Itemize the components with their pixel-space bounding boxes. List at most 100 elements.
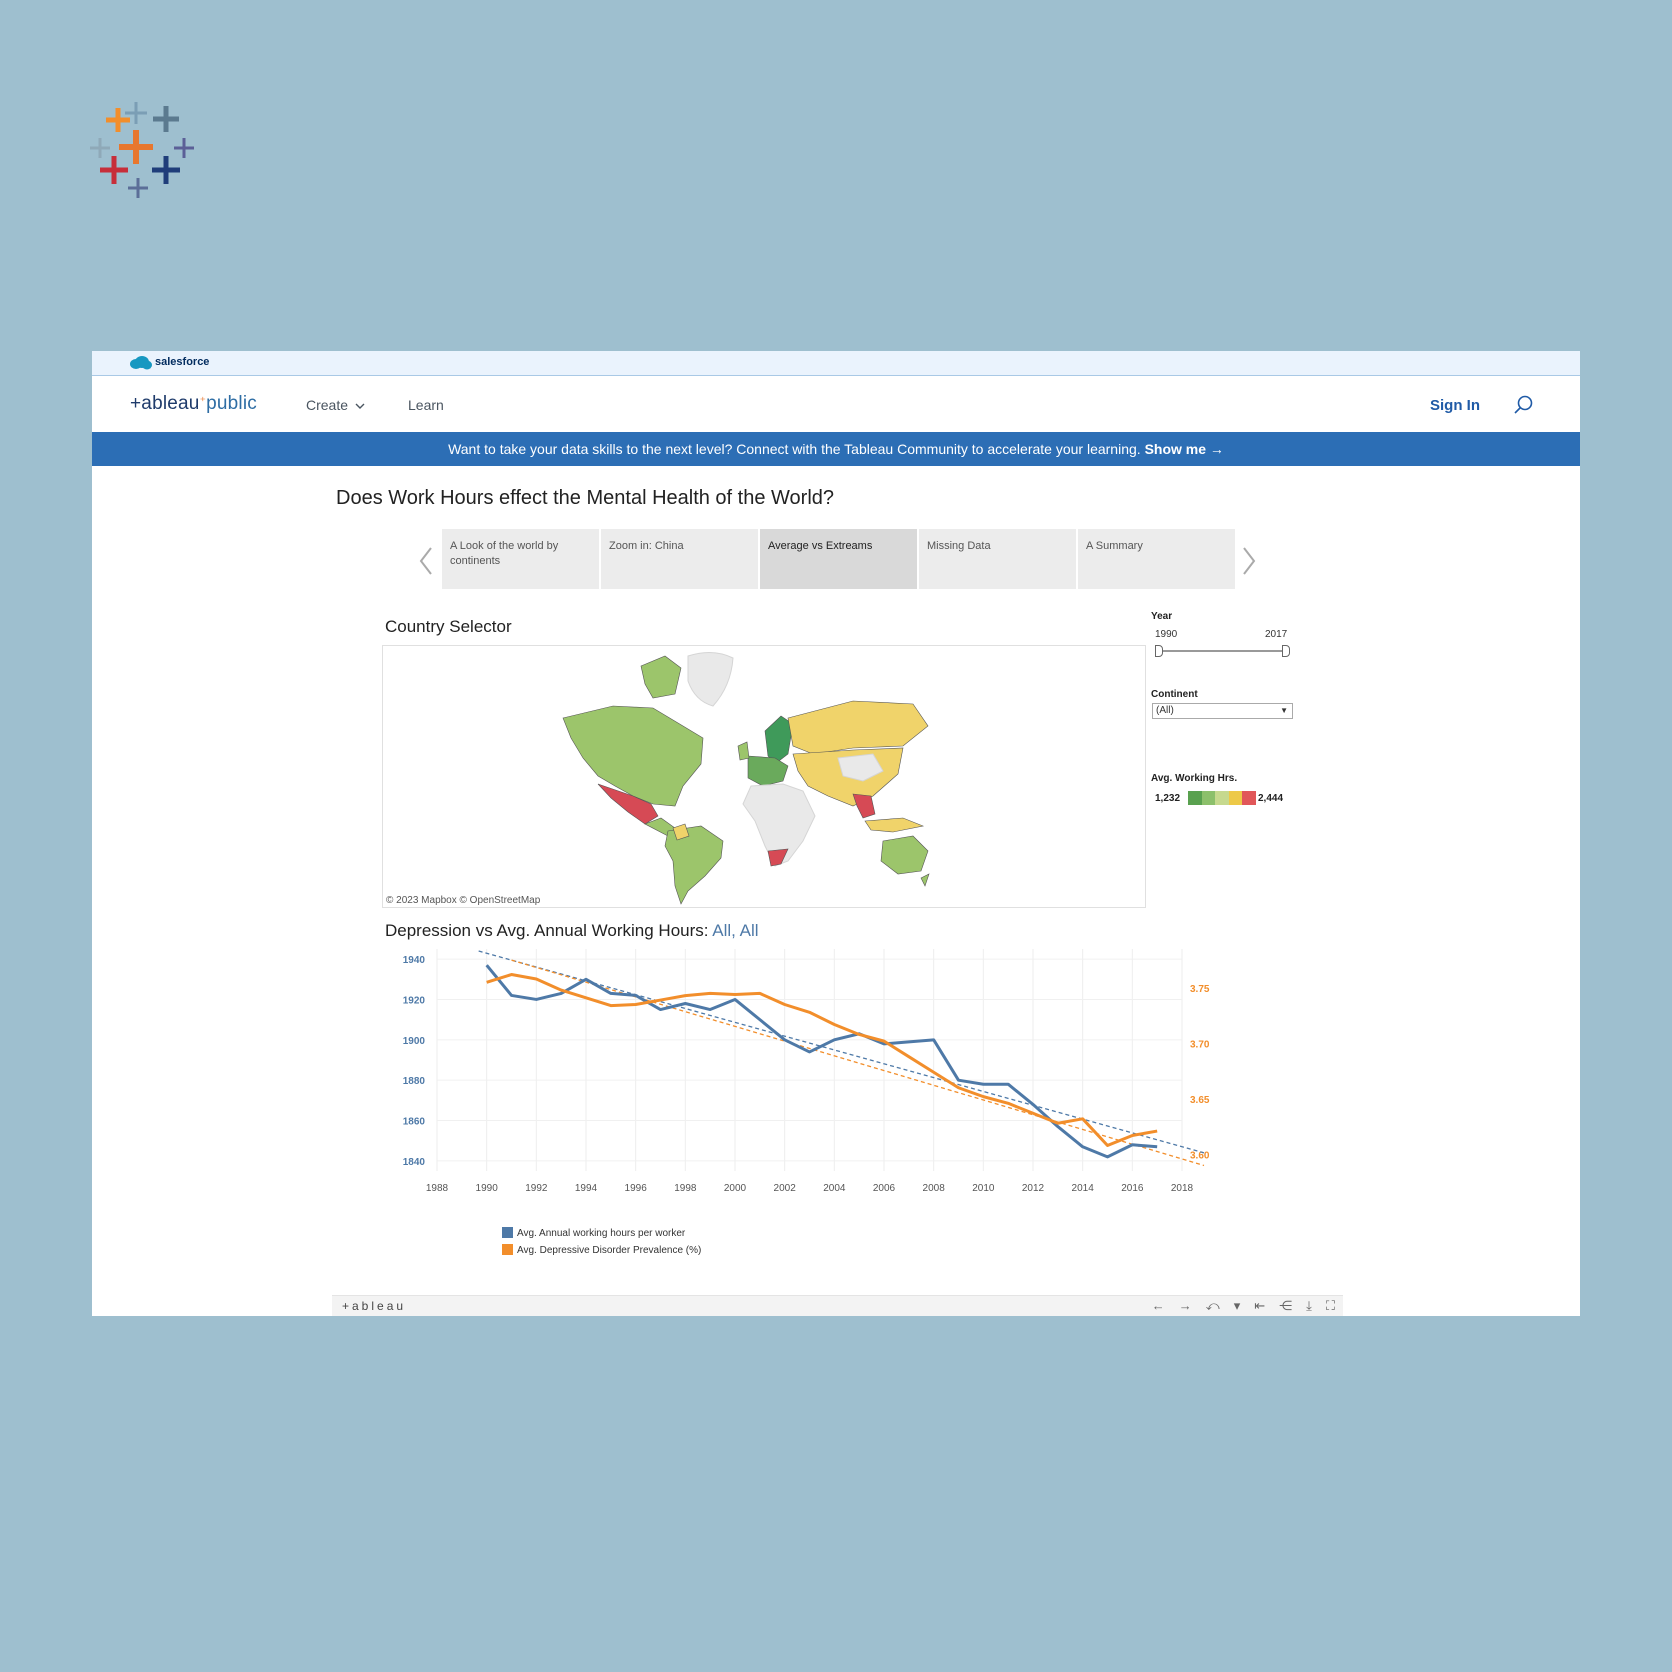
year-slider-track[interactable]: [1157, 650, 1287, 652]
legend-item-depression: Avg. Depressive Disorder Prevalence (%): [502, 1244, 701, 1256]
search-icon[interactable]: [1512, 394, 1534, 416]
tableau-public-logo[interactable]: +ableau⁺public: [130, 393, 257, 415]
map-south-america: [664, 825, 724, 905]
ramp-step: [1188, 791, 1202, 805]
y-right-tick-label: 3.70: [1190, 1039, 1210, 1050]
year-slider-start-handle[interactable]: [1155, 645, 1163, 657]
legend-label-depression: Avg. Depressive Disorder Prevalence (%): [517, 1245, 702, 1256]
map-new-zealand: [920, 873, 930, 887]
trend-line-depression: [511, 959, 1205, 1167]
ramp-step: [1201, 791, 1216, 805]
year-min: 1990: [1155, 629, 1178, 640]
map-australia: [880, 835, 929, 875]
x-tick-label: 1994: [575, 1183, 598, 1194]
y-left-tick-label: 1880: [403, 1076, 426, 1087]
dropdown-icon[interactable]: ▾: [1234, 1298, 1241, 1314]
show-me-link[interactable]: Show me →: [1145, 441, 1224, 457]
story-tab-4[interactable]: Missing Data: [919, 529, 1076, 589]
browser-screenshot: salesforce +ableau⁺public Create Learn S…: [92, 351, 1580, 1316]
map-southeast-asia: [852, 793, 876, 819]
toolbar-icons: ← → ⤺ ▾ ⇤ ⋲ ⤓ ⛶: [1152, 1298, 1335, 1314]
series-line-depression: [486, 973, 1158, 1147]
learn-link[interactable]: Learn: [408, 397, 444, 413]
toolbar-brand: +ableau: [342, 1299, 407, 1313]
story-tab-5[interactable]: A Summary: [1078, 529, 1235, 589]
year-max: 2017: [1265, 629, 1288, 640]
year-filter-label: Year: [1151, 611, 1173, 622]
y-right-tick-label: 3.65: [1190, 1095, 1210, 1106]
revert-icon[interactable]: ⤺: [1206, 1298, 1220, 1314]
line-chart[interactable]: 1988 1990 1992 1994 1996 1998 2000 2002 2004 2006…: [382, 941, 1282, 1206]
promo-banner: Want to take your data skills to the nex…: [92, 432, 1580, 466]
line-chart-title-text: Depression vs Avg. Annual Working Hours:: [385, 921, 709, 940]
reset-icon[interactable]: ⇤: [1254, 1298, 1265, 1314]
x-tick-label: 2014: [1072, 1183, 1095, 1194]
tableau-logo-icon: [90, 102, 194, 198]
y-left-tick-label: 1940: [403, 955, 426, 966]
x-tick-label: 2006: [873, 1183, 896, 1194]
story-tab-3[interactable]: Average vs Extreams: [760, 529, 917, 589]
legend-swatch-depression: [502, 1244, 513, 1255]
x-tick-label: 2010: [972, 1183, 995, 1194]
top-nav: +ableau⁺public Create Learn Sign In: [92, 376, 1580, 432]
undo-icon[interactable]: ←: [1152, 1298, 1165, 1314]
map-russia: [787, 700, 929, 755]
map-arctic-islands: [640, 655, 682, 699]
series-line-hours: [485, 964, 1158, 1159]
map-greenland: [687, 652, 734, 707]
salesforce-bar: salesforce: [92, 351, 1580, 376]
x-tick-label: 2016: [1121, 1183, 1144, 1194]
chevron-left-icon[interactable]: [417, 544, 435, 578]
viz-title: Does Work Hours effect the Mental Health…: [336, 487, 835, 509]
line-chart-title-filter: All, All: [712, 921, 759, 940]
world-map-graphic: [562, 652, 930, 905]
map-attribution: © 2023 Mapbox © OpenStreetMap: [386, 895, 541, 906]
y-right-tick-label: 3.60: [1190, 1150, 1210, 1161]
create-menu[interactable]: Create: [306, 397, 365, 413]
sign-in-link[interactable]: Sign In: [1430, 397, 1480, 414]
continent-filter-label: Continent: [1151, 689, 1198, 700]
ramp-step: [1242, 791, 1256, 805]
map-north-america: [562, 705, 704, 807]
x-tick-label: 1996: [625, 1183, 648, 1194]
y-left-tick-label: 1860: [403, 1117, 426, 1128]
redo-icon[interactable]: →: [1179, 1298, 1192, 1314]
world-map[interactable]: © 2023 Mapbox © OpenStreetMap: [382, 645, 1146, 908]
x-tick-label: 1988: [426, 1183, 449, 1194]
banner-text: Want to take your data skills to the nex…: [448, 441, 1145, 457]
ramp-step: [1228, 791, 1243, 805]
legend-max: 2,444: [1258, 793, 1284, 804]
continent-select[interactable]: (All) ▼: [1152, 703, 1293, 719]
legend-label-hours: Avg. Annual working hours per worker: [517, 1228, 686, 1239]
x-tick-label: 2018: [1171, 1183, 1194, 1194]
story-tab-1[interactable]: A Look of the world by continents: [442, 529, 599, 589]
x-tick-label: 2002: [774, 1183, 797, 1194]
salesforce-label: salesforce: [155, 356, 210, 368]
map-uk: [737, 741, 750, 761]
legend-min: 1,232: [1155, 793, 1181, 804]
x-tick-label: 1990: [476, 1183, 499, 1194]
logo-sub-text: public: [206, 393, 257, 414]
legend-item-hours: Avg. Annual working hours per worker: [502, 1227, 685, 1239]
continent-select-value: (All): [1156, 705, 1174, 716]
salesforce-cloud-icon: [130, 356, 152, 370]
share-icon[interactable]: ⋲: [1279, 1298, 1292, 1314]
x-tick-label: 2008: [923, 1183, 946, 1194]
y-left-tick-label: 1920: [403, 995, 426, 1006]
color-legend-ramp: [1188, 791, 1256, 805]
x-tick-label: 1998: [674, 1183, 697, 1194]
ramp-step: [1215, 791, 1229, 805]
viz-toolbar: +ableau ← → ⤺ ▾ ⇤ ⋲ ⤓ ⛶: [332, 1295, 1343, 1316]
fullscreen-icon[interactable]: ⛶: [1326, 1298, 1335, 1314]
story-tab-2[interactable]: Zoom in: China: [601, 529, 758, 589]
download-icon[interactable]: ⤓: [1306, 1298, 1312, 1314]
y-left-tick-label: 1840: [403, 1157, 426, 1168]
year-slider-end-handle[interactable]: [1282, 645, 1290, 657]
dropdown-caret-icon: ▼: [1280, 706, 1288, 715]
map-western-europe: [747, 755, 789, 787]
map-indonesia: [864, 817, 925, 833]
chevron-down-icon: [355, 403, 365, 409]
chevron-right-icon[interactable]: [1240, 544, 1258, 578]
y-left-tick-label: 1900: [403, 1036, 426, 1047]
legend-title: Avg. Working Hrs.: [1151, 773, 1238, 784]
